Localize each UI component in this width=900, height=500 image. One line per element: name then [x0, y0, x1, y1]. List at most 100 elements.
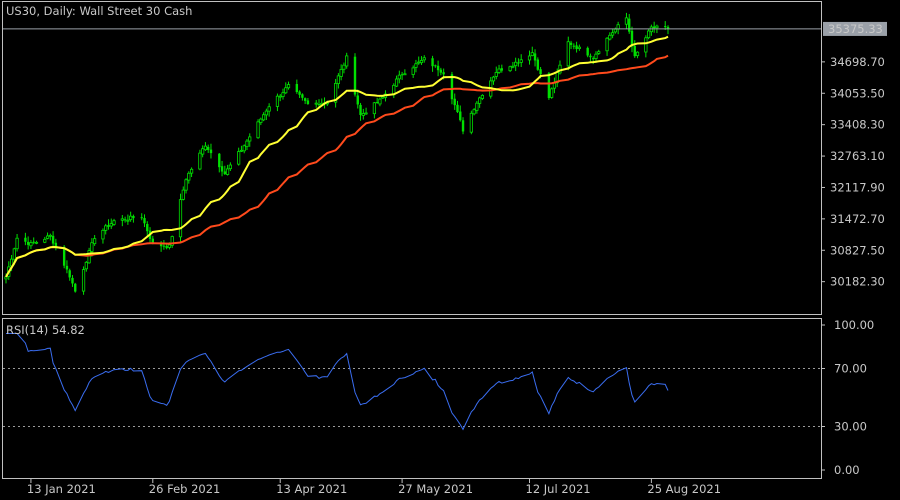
candle-body: [228, 164, 232, 170]
candle-body: [497, 68, 501, 73]
candle-body: [575, 45, 578, 50]
candle-body: [201, 148, 205, 155]
candle-body: [68, 270, 71, 278]
candle-body: [644, 37, 648, 53]
candle-body: [143, 218, 146, 224]
candle-body: [356, 95, 359, 105]
candle-body: [527, 55, 532, 61]
candle-body: [12, 248, 16, 260]
date-tick-label: 13 Jan 2021: [27, 482, 96, 496]
rsi-levels-group: [3, 368, 821, 427]
candle-body: [242, 145, 246, 152]
candle-body: [577, 46, 581, 49]
candle-body: [624, 17, 629, 25]
candle-body: [628, 18, 631, 32]
candle-body: [209, 149, 213, 154]
date-tick-label: 12 Jul 2021: [526, 482, 591, 496]
candle-body: [339, 68, 343, 77]
candle-body: [107, 225, 110, 227]
candle-body: [442, 72, 445, 75]
rsi-label: RSI(14) 54.82: [6, 323, 85, 337]
candle-body: [45, 235, 50, 239]
candle-body: [120, 218, 124, 221]
candle-body: [478, 97, 482, 104]
candle-body: [26, 241, 30, 245]
date-tick-label: 25 Aug 2021: [647, 482, 721, 496]
candle-body: [547, 73, 551, 99]
candle-body: [298, 91, 301, 95]
candle-body: [613, 28, 617, 33]
candle-body: [434, 65, 437, 67]
rsi-tick-label: 100.00: [834, 318, 874, 332]
rsi-tick-label: 0.00: [834, 463, 860, 477]
candle-body: [181, 189, 185, 200]
candle-body: [207, 146, 210, 150]
candle-body: [48, 234, 52, 237]
candle-body: [417, 61, 421, 64]
candle-body: [218, 153, 221, 168]
candle-body: [275, 95, 280, 107]
candle-body: [461, 120, 465, 132]
candle-body: [34, 241, 39, 244]
candle-body: [469, 112, 473, 133]
candle-body: [664, 26, 667, 28]
candle-body: [15, 237, 19, 250]
candle-body: [90, 242, 94, 252]
candle-body: [652, 26, 656, 29]
price-tick-label: 34053.50: [830, 86, 885, 100]
price-tick-label: 32117.90: [830, 180, 885, 194]
candle-body: [259, 118, 263, 123]
candle-body: [569, 42, 573, 45]
candle-body: [178, 199, 183, 238]
chart-svg: 34698.70 34053.50 33408.30 32763.10 32117.90…: [2, 1, 887, 496]
candle-body: [256, 121, 260, 139]
candle-body: [494, 72, 498, 77]
candle-body: [245, 140, 249, 148]
price-tick-label: 31472.70: [830, 212, 885, 226]
candle-body: [286, 84, 291, 89]
candle-body: [511, 65, 515, 68]
candle-body: [109, 223, 113, 227]
candle-body: [132, 216, 135, 219]
candle-body: [459, 111, 462, 121]
candle-body: [514, 61, 518, 67]
candle-body: [394, 78, 399, 87]
candle-body: [51, 235, 55, 244]
candle-body: [189, 168, 194, 174]
chart-title: US30, Daily: Wall Street 30 Cash: [6, 4, 192, 18]
price-tick-label: 30827.50: [830, 243, 885, 257]
rsi-line: [6, 333, 669, 431]
candle-body: [655, 25, 659, 29]
candle-body: [480, 94, 485, 99]
candle-body: [431, 58, 434, 67]
candle-body: [453, 98, 456, 106]
candle-body: [597, 51, 601, 54]
price-tick-label: 30182.30: [830, 275, 885, 289]
candle-body: [611, 32, 615, 36]
candle-body: [414, 63, 418, 68]
candle-body: [500, 68, 504, 71]
candle-body: [165, 245, 168, 249]
date-tick-label: 13 Apr 2021: [276, 482, 347, 496]
candle-body: [400, 74, 404, 76]
candle-body: [306, 100, 310, 105]
candle-body: [594, 53, 598, 59]
candle-body: [146, 224, 149, 232]
candle-body: [411, 67, 415, 75]
candle-body: [129, 215, 133, 221]
candle-body: [278, 95, 282, 98]
candle-body: [605, 37, 609, 52]
candle-body: [81, 269, 86, 292]
candle-body: [359, 104, 362, 115]
candle-body: [184, 179, 188, 191]
candle-body: [536, 59, 540, 70]
candle-body: [647, 30, 651, 39]
current-price-label: 35375.33: [828, 22, 883, 36]
ma-fast-line: [5, 35, 669, 278]
rsi-panel-frame: [2, 318, 822, 479]
main-panel-frame: [2, 1, 822, 315]
date-tick-label: 27 May 2021: [398, 482, 473, 496]
candle-body: [422, 57, 426, 61]
candle-body: [29, 242, 33, 247]
candle-body: [353, 56, 357, 95]
